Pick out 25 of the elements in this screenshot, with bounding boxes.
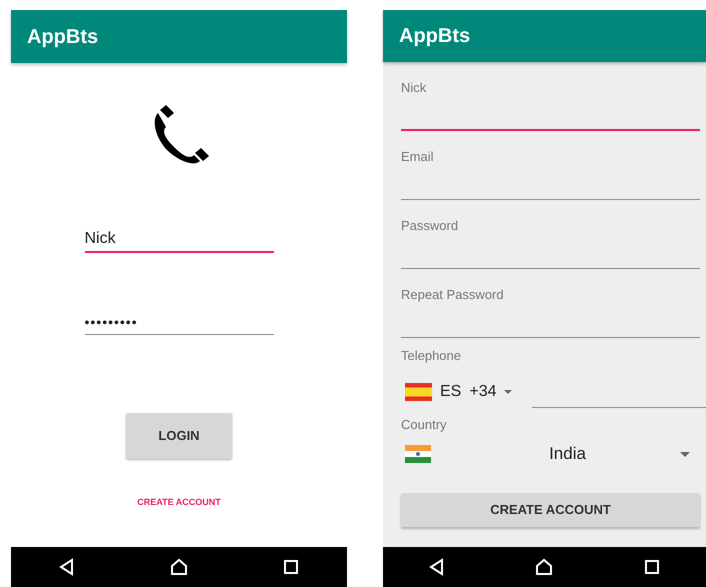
home-icon[interactable] bbox=[169, 557, 189, 577]
field-label: Repeat Password bbox=[401, 287, 505, 303]
username-field[interactable]: Nick bbox=[84, 227, 274, 253]
home-icon[interactable] bbox=[534, 557, 554, 577]
field-label: Telephone bbox=[401, 348, 462, 364]
flag-icon bbox=[405, 445, 431, 463]
create-account-button[interactable]: CREATE ACCOUNT bbox=[401, 493, 700, 527]
field-label: Password bbox=[401, 218, 460, 234]
caret-icon bbox=[680, 452, 690, 456]
create-account-link[interactable]: CREATE ACCOUNT bbox=[137, 497, 221, 507]
field-label: Country bbox=[401, 417, 448, 433]
flag-icon bbox=[405, 383, 432, 401]
login-button[interactable]: LOGIN bbox=[126, 413, 232, 459]
country-dropdown[interactable]: India bbox=[401, 438, 700, 470]
caret-icon bbox=[504, 390, 512, 394]
country-code-picker[interactable]: ES +34 bbox=[401, 380, 512, 404]
app-title: AppBts bbox=[399, 24, 470, 49]
field-label: Email bbox=[401, 149, 435, 165]
country-name: India bbox=[548, 443, 587, 466]
recents-icon[interactable] bbox=[281, 557, 301, 577]
country-code: ES bbox=[440, 382, 462, 402]
app-title: AppBts bbox=[27, 24, 98, 50]
field-label: Nick bbox=[401, 80, 428, 96]
dial-code: +34 bbox=[469, 382, 496, 402]
password-field[interactable]: ••••••••• bbox=[84, 309, 274, 335]
